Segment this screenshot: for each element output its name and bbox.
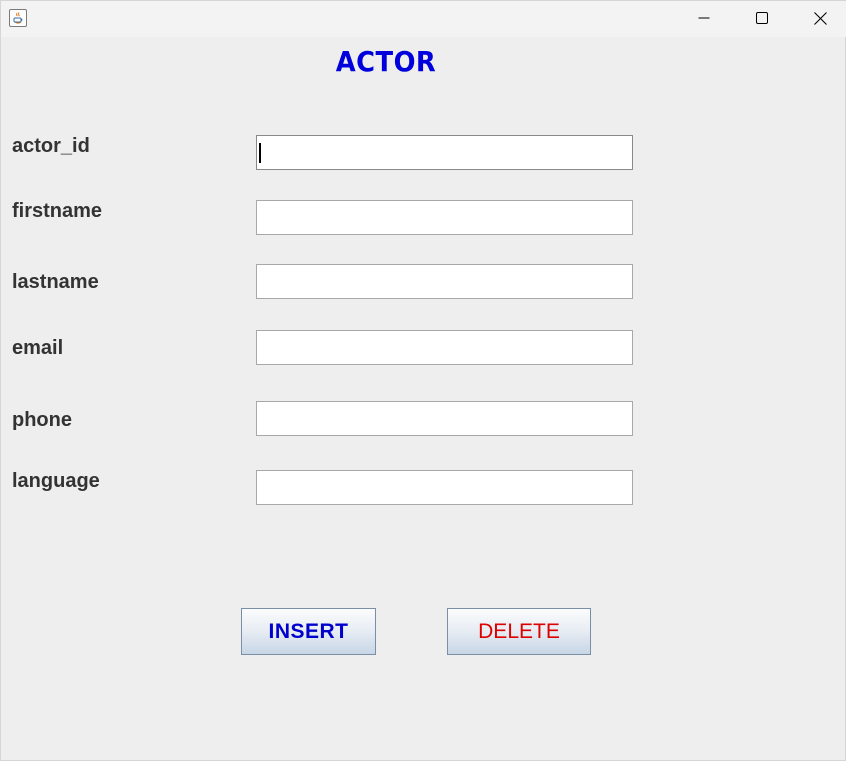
- minimize-button[interactable]: [675, 1, 733, 35]
- page-title: ACTOR: [335, 45, 437, 78]
- delete-button[interactable]: DELETE: [447, 608, 591, 655]
- minimize-icon: [698, 17, 710, 19]
- firstname-label: firstname: [12, 200, 103, 222]
- close-icon: [813, 11, 827, 25]
- close-button[interactable]: [791, 1, 846, 35]
- phone-field[interactable]: [256, 401, 633, 436]
- maximize-icon: [756, 12, 768, 24]
- actor-form-window: ACTOR actor_id firstname lastname email …: [0, 0, 846, 761]
- title-bar[interactable]: [1, 1, 846, 37]
- text-caret: [259, 143, 261, 163]
- lastname-field[interactable]: [256, 264, 633, 299]
- insert-button[interactable]: INSERT: [241, 608, 376, 655]
- actor-id-field[interactable]: [256, 135, 633, 170]
- email-field[interactable]: [256, 330, 633, 365]
- java-icon[interactable]: [9, 9, 27, 27]
- firstname-field[interactable]: [256, 200, 633, 235]
- lastname-label: lastname: [12, 271, 99, 293]
- maximize-button[interactable]: [733, 1, 791, 35]
- language-field[interactable]: [256, 470, 633, 505]
- email-label: email: [12, 337, 64, 359]
- language-label: language: [12, 470, 100, 492]
- phone-label: phone: [12, 409, 72, 431]
- actor-id-label: actor_id: [12, 135, 90, 157]
